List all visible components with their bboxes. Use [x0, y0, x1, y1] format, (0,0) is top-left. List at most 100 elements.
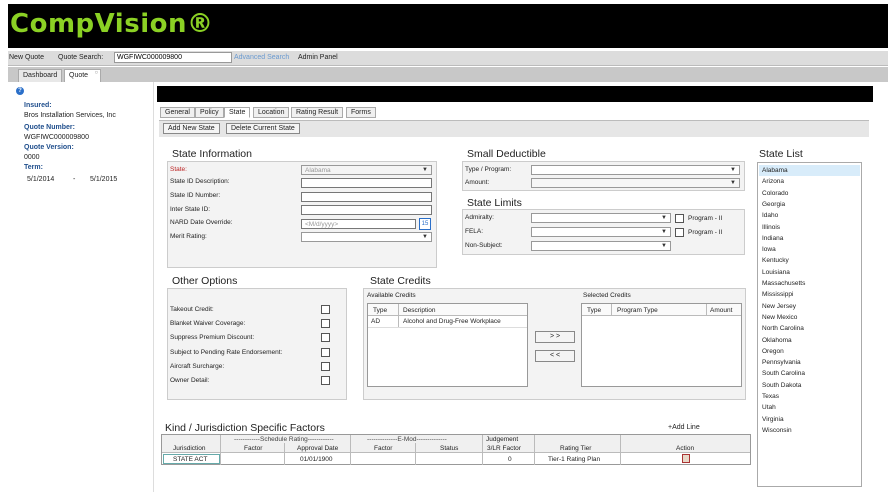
emod-group-label: E-Mod — [397, 436, 417, 443]
state-id-description-input[interactable] — [301, 178, 432, 188]
schedule-factor-header: Factor — [244, 445, 263, 452]
advanced-search-link[interactable]: Advanced Search — [234, 54, 289, 61]
kind-factors-table: ------------Schedule Rating------------ … — [161, 434, 751, 465]
close-icon[interactable]: ○ — [94, 70, 98, 76]
amount-select[interactable]: ▼ — [531, 178, 740, 188]
fela-select[interactable]: ▼ — [531, 227, 671, 237]
type-program-label: Type / Program: — [465, 166, 512, 173]
fela-label: FELA: — [465, 228, 484, 235]
other-option-checkbox[interactable] — [321, 305, 330, 314]
other-option-label: Aircraft Surcharge: — [170, 362, 225, 370]
delete-current-state-button[interactable]: Delete Current State — [226, 123, 300, 134]
state-list-item[interactable]: Indiana — [762, 235, 783, 242]
other-option-checkbox[interactable] — [321, 376, 330, 385]
quote-version-label: Quote Version: — [24, 144, 74, 151]
fela-program-ii-checkbox[interactable] — [675, 228, 684, 237]
approval-date-header: Approval Date — [297, 445, 339, 452]
emod-factor-header: Factor — [374, 445, 393, 452]
state-list-item[interactable]: New Mexico — [762, 314, 797, 321]
edit-row-icon[interactable] — [682, 454, 690, 463]
state-list-item[interactable]: Alabama — [762, 167, 788, 174]
state-list-item[interactable]: Georgia — [762, 201, 785, 208]
insured-value: Bros Installation Services, Inc — [24, 112, 116, 119]
available-row-description: Alcohol and Drug-Free Workplace — [403, 318, 501, 325]
action-header: Action — [676, 445, 695, 452]
term-separator: - — [73, 176, 76, 183]
tab-dashboard[interactable]: Dashboard — [18, 69, 63, 82]
state-id-number-input[interactable] — [301, 192, 432, 202]
lr-factor-value: 0 — [508, 456, 512, 463]
state-list-item[interactable]: South Carolina — [762, 370, 805, 377]
type-program-select[interactable]: ▼ — [531, 165, 740, 175]
help-icon[interactable]: ? — [16, 87, 24, 95]
state-list-item[interactable]: North Carolina — [762, 325, 804, 332]
other-option-label: Takeout Credit: — [170, 306, 214, 313]
non-subject-select[interactable]: ▼ — [531, 241, 671, 251]
state-select-value: Alabama — [305, 167, 331, 174]
tab-state[interactable]: State — [224, 107, 251, 118]
inter-state-id-input[interactable] — [301, 205, 432, 215]
selected-credits-label: Selected Credits — [583, 292, 631, 299]
other-option-checkbox[interactable] — [321, 319, 330, 329]
merit-rating-select[interactable]: ▼ — [301, 232, 432, 242]
state-list-item[interactable]: Arizona — [762, 178, 784, 185]
nard-date-input[interactable]: <M/d/yyyy> — [301, 219, 416, 229]
other-option-checkbox[interactable] — [321, 333, 330, 343]
admin-panel-link[interactable]: Admin Panel — [298, 54, 338, 61]
top-toolbar: New Quote Quote Search: Advanced Search … — [8, 51, 888, 66]
add-new-state-button[interactable]: Add New State — [163, 123, 220, 134]
state-list-item[interactable]: Iowa — [762, 246, 776, 253]
state-list-item[interactable]: Oregon — [762, 348, 784, 355]
admiralty-program-ii-checkbox[interactable] — [675, 214, 684, 223]
other-option-checkbox[interactable] — [321, 347, 330, 357]
move-right-button[interactable]: > > — [535, 331, 575, 343]
quote-number-value: WGFIWC000009800 — [24, 134, 89, 141]
judgement-header: Judgement — [486, 436, 519, 443]
state-list-item[interactable]: Colorado — [762, 190, 788, 197]
app-logo: CompVision® — [10, 9, 214, 39]
tab-forms[interactable]: Forms — [346, 107, 376, 118]
tab-quote[interactable]: Quote ○ — [64, 69, 102, 82]
state-list-item[interactable]: Virginia — [762, 416, 784, 423]
state-list-item[interactable]: Mississippi — [762, 291, 793, 298]
tab-policy[interactable]: Policy — [195, 107, 224, 118]
state-list-item[interactable]: South Dakota — [762, 382, 801, 389]
state-list-item[interactable]: Massachusetts — [762, 280, 805, 287]
table-row[interactable]: AD Alcohol and Drug-Free Workplace — [368, 316, 527, 328]
amount-label: Amount: — [465, 179, 490, 186]
quote-header-bar — [157, 86, 873, 102]
chevron-down-icon: ▼ — [730, 180, 736, 186]
add-line-link[interactable]: +Add Line — [668, 424, 700, 431]
quote-search-input[interactable] — [114, 52, 232, 63]
state-id-number-label: State ID Number: — [170, 192, 221, 199]
state-list-title: State List — [759, 148, 803, 160]
state-list-item[interactable]: Kentucky — [762, 257, 789, 264]
state-list-item[interactable]: New Jersey — [762, 303, 796, 310]
tab-general[interactable]: General — [160, 107, 195, 118]
move-left-button[interactable]: < < — [535, 350, 575, 362]
state-list-item[interactable]: Louisiana — [762, 269, 790, 276]
non-subject-label: Non-Subject: — [465, 242, 503, 249]
quote-number-label: Quote Number: — [24, 124, 75, 131]
state-list-item[interactable]: Wisconsin — [762, 427, 792, 434]
inter-state-id-label: Inter State ID: — [170, 206, 211, 213]
tab-location[interactable]: Location — [253, 107, 290, 118]
other-option-checkbox[interactable] — [321, 361, 330, 371]
tab-rating-result[interactable]: Rating Result — [291, 107, 344, 118]
state-list-item[interactable]: Oklahoma — [762, 337, 792, 344]
state-list-item[interactable]: Illinois — [762, 224, 780, 231]
quote-search-label: Quote Search: — [58, 54, 104, 61]
state-list-item[interactable]: Idaho — [762, 212, 778, 219]
term-end: 5/1/2015 — [90, 176, 118, 183]
selected-amount-header: Amount — [710, 307, 733, 314]
tab-quote-label: Quote — [69, 72, 89, 79]
state-list-item[interactable]: Utah — [762, 404, 776, 411]
new-quote-link[interactable]: New Quote — [9, 54, 44, 61]
chevron-down-icon: ▼ — [730, 167, 736, 173]
calendar-icon[interactable]: 15 — [419, 218, 431, 230]
admiralty-select[interactable]: ▼ — [531, 213, 671, 223]
state-list-item[interactable]: Pennsylvania — [762, 359, 801, 366]
other-option-label: Owner Detail: — [170, 377, 210, 384]
state-list-item[interactable]: Texas — [762, 393, 779, 400]
state-id-description-label: State ID Description: — [170, 178, 230, 185]
